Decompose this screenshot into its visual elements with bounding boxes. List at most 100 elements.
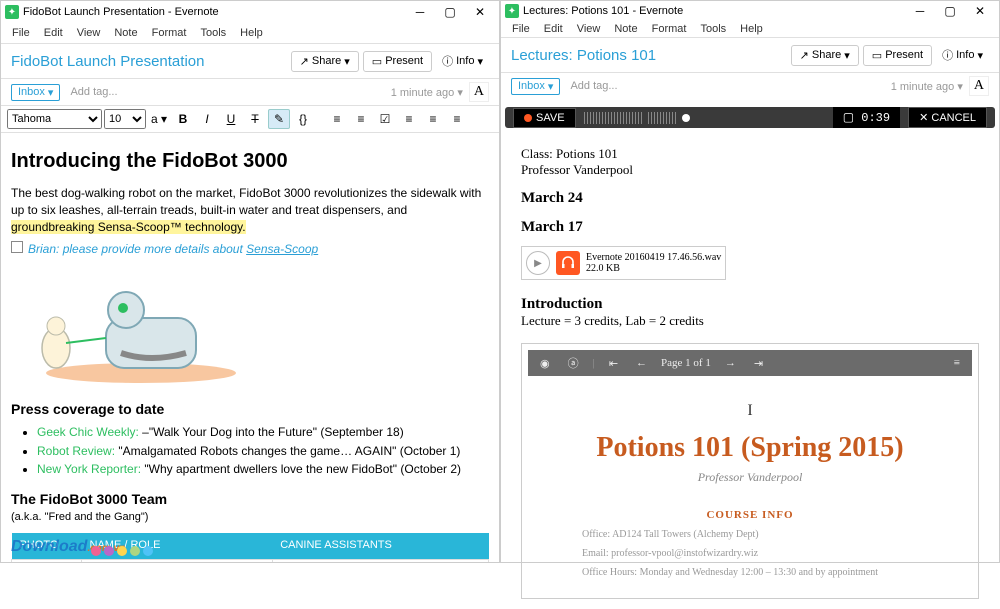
- menu-note[interactable]: Note: [607, 21, 644, 37]
- todo-item: Brian: please provide more details about…: [11, 239, 489, 258]
- add-tag-input[interactable]: Add tag...: [570, 80, 617, 92]
- next-page-button[interactable]: →: [721, 357, 740, 369]
- comment-text: Brian: please provide more details about…: [28, 241, 318, 258]
- checklist-button[interactable]: ☑: [374, 109, 396, 129]
- waveform-display[interactable]: [584, 108, 825, 128]
- preview-icon[interactable]: ◉: [536, 357, 554, 370]
- professor-line: Professor Vanderpool: [521, 162, 979, 178]
- menu-file[interactable]: File: [5, 25, 37, 41]
- list-item: Geek Chic Weekly: –"Walk Your Dog into t…: [37, 424, 489, 441]
- numbered-list-button[interactable]: ≡: [350, 109, 372, 129]
- pdf-toolbar: ◉ ⓐ | ⇤ ← Page 1 of 1 → ⇥ ≡: [528, 350, 972, 376]
- note-title[interactable]: FidoBot Launch Presentation: [11, 53, 291, 70]
- last-page-button[interactable]: ⇥: [750, 357, 767, 370]
- menu-file[interactable]: File: [505, 21, 537, 37]
- document-heading: Introducing the FidoBot 3000: [11, 147, 489, 175]
- menu-view[interactable]: View: [570, 21, 608, 37]
- meta-row: Inbox ▾ Add tag... 1 minute ago ▾ A: [1, 79, 499, 105]
- menu-edit[interactable]: Edit: [37, 25, 70, 41]
- align-left-button[interactable]: ≡: [398, 109, 420, 129]
- header-actions: ↗ Share ▾ ▭ Present ⓘ Info ▾: [291, 50, 489, 72]
- play-button[interactable]: ▶: [526, 251, 550, 275]
- press-list: Geek Chic Weekly: –"Walk Your Dog into t…: [37, 424, 489, 478]
- code-block-button[interactable]: {}: [292, 109, 314, 129]
- note-title[interactable]: Lectures: Potions 101: [511, 47, 791, 64]
- window-title: Lectures: Potions 101 - Evernote: [523, 5, 905, 17]
- header-actions: ↗ Share ▾ ▭ Present ⓘ Info ▾: [791, 44, 989, 66]
- italic-button[interactable]: I: [196, 109, 218, 129]
- annotate-icon[interactable]: ⓐ: [564, 355, 583, 371]
- format-panel-toggle[interactable]: A: [469, 82, 489, 102]
- cancel-recording-button[interactable]: ✕ CANCEL: [908, 107, 987, 128]
- add-tag-input[interactable]: Add tag...: [70, 86, 117, 98]
- audio-attachment[interactable]: ▶ Evernote 20160419 17.46.56.wav 22.0 KB: [521, 246, 726, 280]
- close-button[interactable]: ✕: [965, 1, 995, 21]
- underline-button[interactable]: U: [220, 109, 242, 129]
- text-cursor-icon: I: [747, 402, 752, 419]
- menu-note[interactable]: Note: [107, 25, 144, 41]
- info-button[interactable]: ⓘ Info ▾: [436, 50, 489, 72]
- strikethrough-button[interactable]: T: [244, 109, 266, 129]
- record-indicator-icon: [524, 114, 532, 122]
- share-button[interactable]: ↗ Share ▾: [291, 51, 359, 72]
- maximize-button[interactable]: ▢: [435, 2, 465, 22]
- pdf-menu-button[interactable]: ≡: [950, 357, 964, 369]
- evernote-icon: ✦: [5, 5, 19, 19]
- color-dots: [91, 546, 153, 556]
- note-body[interactable]: Class: Potions 101 Professor Vanderpool …: [501, 136, 999, 609]
- table-row: FRED Robot Team Lead "One bot to rule th…: [12, 559, 489, 562]
- headphones-icon: [556, 251, 580, 275]
- course-hours: Office Hours: Monday and Wednesday 12:00…: [552, 567, 948, 578]
- team-subheading: (a.k.a. "Fred and the Gang"): [11, 510, 489, 525]
- checkbox[interactable]: [11, 241, 23, 253]
- minimize-button[interactable]: ─: [905, 1, 935, 21]
- maximize-button[interactable]: ▢: [935, 1, 965, 21]
- col-assistants: CANINE ASSISTANTS: [272, 533, 488, 559]
- info-button[interactable]: ⓘ Info ▾: [936, 44, 989, 66]
- font-color-button[interactable]: a ▾: [148, 109, 170, 129]
- menu-format[interactable]: Format: [145, 25, 194, 41]
- indent-button[interactable]: ≡: [446, 109, 468, 129]
- bold-button[interactable]: B: [172, 109, 194, 129]
- course-office: Office: AD124 Tall Towers (Alchemy Dept): [552, 529, 948, 540]
- prev-page-button[interactable]: ←: [632, 357, 651, 369]
- font-size-select[interactable]: 10: [104, 109, 146, 129]
- menu-format[interactable]: Format: [645, 21, 694, 37]
- present-button[interactable]: ▭ Present: [863, 45, 932, 66]
- window-title: FidoBot Launch Presentation - Evernote: [23, 6, 405, 18]
- course-info-heading: COURSE INFO: [552, 509, 948, 521]
- note-header: FidoBot Launch Presentation ↗ Share ▾ ▭ …: [1, 43, 499, 79]
- note-body[interactable]: Introducing the FidoBot 3000 The best do…: [1, 133, 499, 562]
- pdf-subtitle: Professor Vanderpool: [552, 470, 948, 485]
- titlebar-left: ✦ FidoBot Launch Presentation - Evernote…: [1, 1, 499, 23]
- notebook-selector[interactable]: Inbox ▾: [511, 78, 560, 95]
- menu-edit[interactable]: Edit: [537, 21, 570, 37]
- outdent-button[interactable]: ≡: [422, 109, 444, 129]
- note-header: Lectures: Potions 101 ↗ Share ▾ ▭ Presen…: [501, 37, 999, 73]
- font-family-select[interactable]: Tahoma: [7, 109, 102, 129]
- bullet-list-button[interactable]: ≡: [326, 109, 348, 129]
- first-page-button[interactable]: ⇤: [605, 357, 622, 370]
- minimize-button[interactable]: ─: [405, 2, 435, 22]
- pdf-title: Potions 101 (Spring 2015): [552, 432, 948, 464]
- share-button[interactable]: ↗ Share ▾: [791, 45, 859, 66]
- list-item: New York Reporter: "Why apartment dwelle…: [37, 461, 489, 478]
- menu-help[interactable]: Help: [233, 25, 270, 41]
- menu-tools[interactable]: Tools: [193, 25, 233, 41]
- highlight-button[interactable]: ✎: [268, 109, 290, 129]
- format-panel-toggle[interactable]: A: [969, 76, 989, 96]
- intro-heading: Introduction: [521, 296, 979, 313]
- audio-recorder-bar: SAVE ▢ 0:39 ✕ CANCEL: [505, 107, 995, 128]
- timestamp: 1 minute ago ▾: [391, 86, 463, 99]
- save-recording-button[interactable]: SAVE: [513, 108, 576, 128]
- menu-tools[interactable]: Tools: [693, 21, 733, 37]
- notebook-selector[interactable]: Inbox ▾: [11, 84, 60, 101]
- menu-view[interactable]: View: [70, 25, 108, 41]
- close-button[interactable]: ✕: [465, 2, 495, 22]
- team-heading: The FidoBot 3000 Team: [11, 490, 489, 510]
- intro-paragraph: The best dog-walking robot on the market…: [11, 185, 489, 235]
- evernote-icon: ✦: [505, 4, 519, 18]
- menu-help[interactable]: Help: [733, 21, 770, 37]
- present-button[interactable]: ▭ Present: [363, 51, 432, 72]
- course-email: Email: professor-vpool@instofwizardry.wi…: [552, 548, 948, 559]
